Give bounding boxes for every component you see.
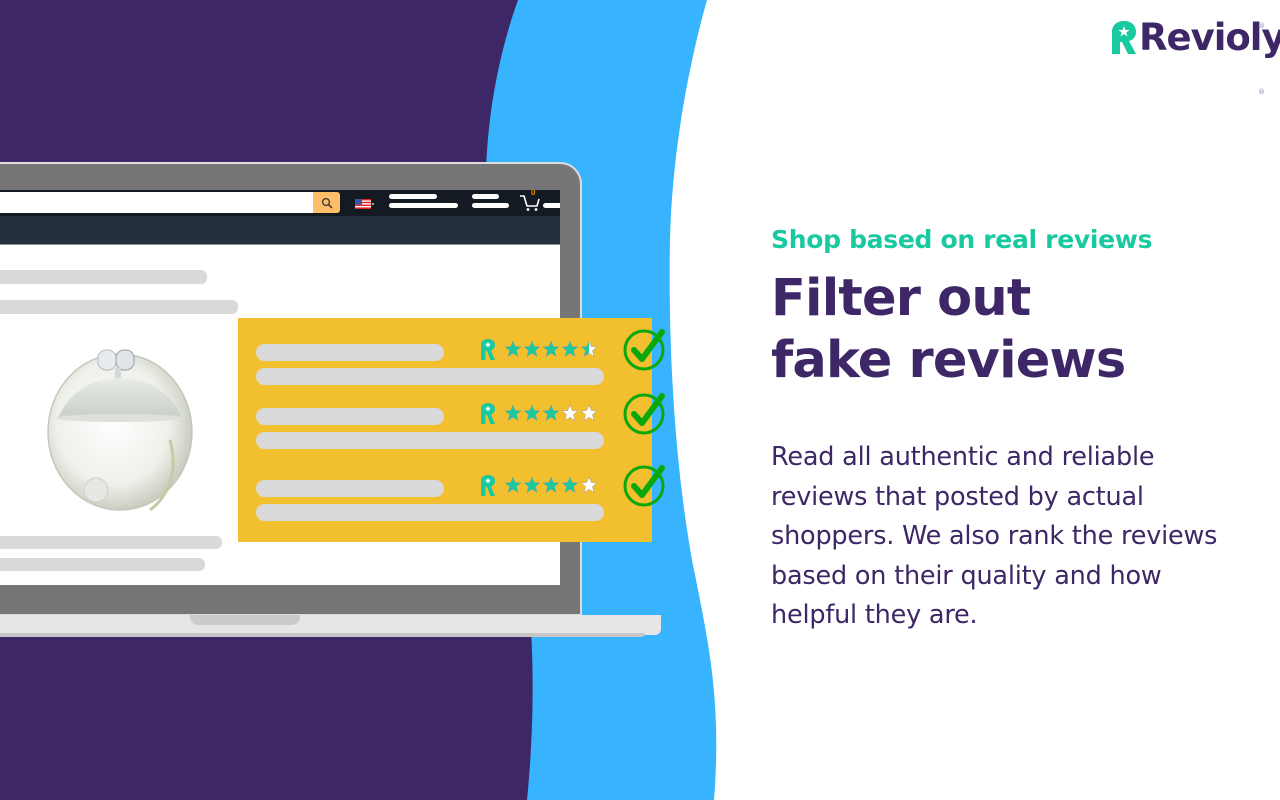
star-rating [504, 404, 598, 422]
verified-check-icon [623, 329, 665, 371]
review-body-placeholder [256, 368, 604, 385]
verified-check-icon [623, 465, 665, 507]
us-flag-icon[interactable] [355, 199, 371, 209]
star-empty-icon [580, 476, 598, 494]
review-title-placeholder [256, 344, 444, 361]
star-filled-icon [504, 476, 522, 494]
star-filled-icon [523, 340, 541, 358]
star-empty-icon [580, 404, 598, 422]
store-navbar: 0 [0, 190, 560, 216]
star-rating [504, 476, 598, 494]
star-filled-icon [542, 404, 560, 422]
store-subnav [0, 216, 560, 245]
product-title-placeholder [0, 270, 207, 284]
brand-logo[interactable]: Revioly [1110, 14, 1280, 60]
verified-check-icon [623, 393, 665, 435]
star-filled-icon [504, 404, 522, 422]
laptop-base [0, 615, 661, 635]
revioly-badge-icon [481, 403, 495, 424]
star-filled-icon [561, 476, 579, 494]
star-filled-icon [542, 340, 560, 358]
review-list-card [238, 318, 652, 542]
product-detail-placeholder-2 [0, 558, 205, 571]
cart-label-placeholder[interactable] [543, 203, 560, 208]
review-title-placeholder [256, 408, 444, 425]
revioly-r-star-logo-icon [1112, 21, 1136, 54]
laptop-base-shadow [0, 633, 645, 637]
hero-headline: Filter out fake reviews [771, 268, 1126, 392]
star-filled-icon [504, 340, 522, 358]
account-sublabel-placeholder[interactable] [389, 203, 458, 208]
review-title-placeholder [256, 480, 444, 497]
review-row [238, 475, 652, 538]
review-body-placeholder [256, 504, 604, 521]
product-detail-placeholder-1 [0, 536, 222, 549]
hero-kicker: Shop based on real reviews [771, 225, 1153, 254]
orders-sublabel-placeholder[interactable] [472, 203, 509, 208]
star-rating [504, 340, 598, 358]
hero-description: Read all authentic and reliable reviews … [771, 442, 1218, 630]
star-filled-icon [561, 340, 579, 358]
account-label-placeholder[interactable] [389, 194, 437, 199]
locale-caret-icon [372, 203, 374, 205]
review-body-placeholder [256, 432, 604, 449]
perfume-bottle-image [47, 349, 193, 512]
revioly-badge-icon [481, 475, 495, 496]
product-subtitle-placeholder [0, 300, 238, 314]
hero-headline-line-1: Filter out [771, 269, 1031, 328]
search-icon [321, 197, 333, 209]
star-filled-icon [542, 476, 560, 494]
registered-mark-secondary: ® [1258, 88, 1265, 96]
hero-headline-line-2: fake reviews [771, 331, 1126, 390]
revioly-badge-icon [481, 339, 495, 360]
store-search-button[interactable] [313, 192, 340, 213]
star-empty-icon [561, 404, 579, 422]
star-filled-icon [523, 404, 541, 422]
star-half-icon [580, 340, 598, 358]
orders-label-placeholder[interactable] [472, 194, 499, 199]
cart-count: 0 [531, 190, 536, 197]
laptop-notch [190, 615, 300, 625]
star-filled-icon [523, 476, 541, 494]
review-row [238, 403, 652, 466]
review-row [238, 339, 652, 402]
registered-mark: ® [1258, 22, 1265, 30]
store-search-input[interactable] [0, 192, 313, 213]
